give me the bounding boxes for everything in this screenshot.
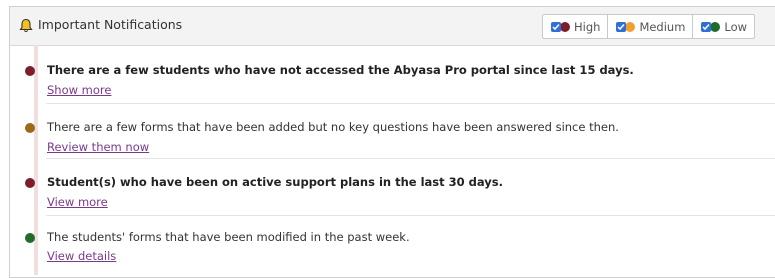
checkbox-checked-icon[interactable]: [701, 21, 712, 32]
notification-message: Student(s) who have been on active suppo…: [47, 175, 503, 189]
panel-header: Important Notifications High Medium Low: [10, 7, 775, 46]
notification-message: There are a few students who have not ac…: [47, 63, 634, 77]
medium-priority-dot: [625, 21, 636, 32]
notification-link[interactable]: Review them now: [47, 140, 149, 154]
checkbox-checked-icon[interactable]: [616, 21, 627, 32]
divider: [46, 158, 775, 159]
low-priority-dot: [710, 21, 721, 32]
bell-icon: [19, 18, 33, 33]
filter-high[interactable]: High: [543, 15, 609, 38]
priority-dot: [25, 233, 35, 243]
filter-label: Medium: [639, 19, 686, 34]
priority-filter-group: High Medium Low: [542, 14, 756, 39]
filter-label: High: [574, 19, 601, 34]
notification-link[interactable]: View more: [47, 195, 108, 209]
divider: [46, 215, 775, 216]
notification-link[interactable]: Show more: [47, 83, 111, 97]
priority-dot: [25, 66, 35, 76]
checkbox-checked-icon[interactable]: [551, 21, 561, 32]
divider: [46, 103, 775, 104]
notification-link[interactable]: View details: [47, 249, 116, 263]
notifications-panel: Important Notifications High Medium Low …: [9, 6, 775, 278]
filter-label: Low: [724, 19, 748, 34]
filter-medium[interactable]: Medium: [608, 15, 694, 38]
panel-title: Important Notifications: [38, 17, 183, 32]
filter-low[interactable]: Low: [693, 15, 754, 38]
priority-dot: [25, 123, 35, 133]
priority-dot: [25, 178, 35, 188]
timeline-line: [34, 45, 38, 275]
notification-message: The students' forms that have been modif…: [47, 230, 410, 244]
high-priority-dot: [560, 21, 570, 32]
notification-message: There are a few forms that have been add…: [47, 120, 619, 134]
